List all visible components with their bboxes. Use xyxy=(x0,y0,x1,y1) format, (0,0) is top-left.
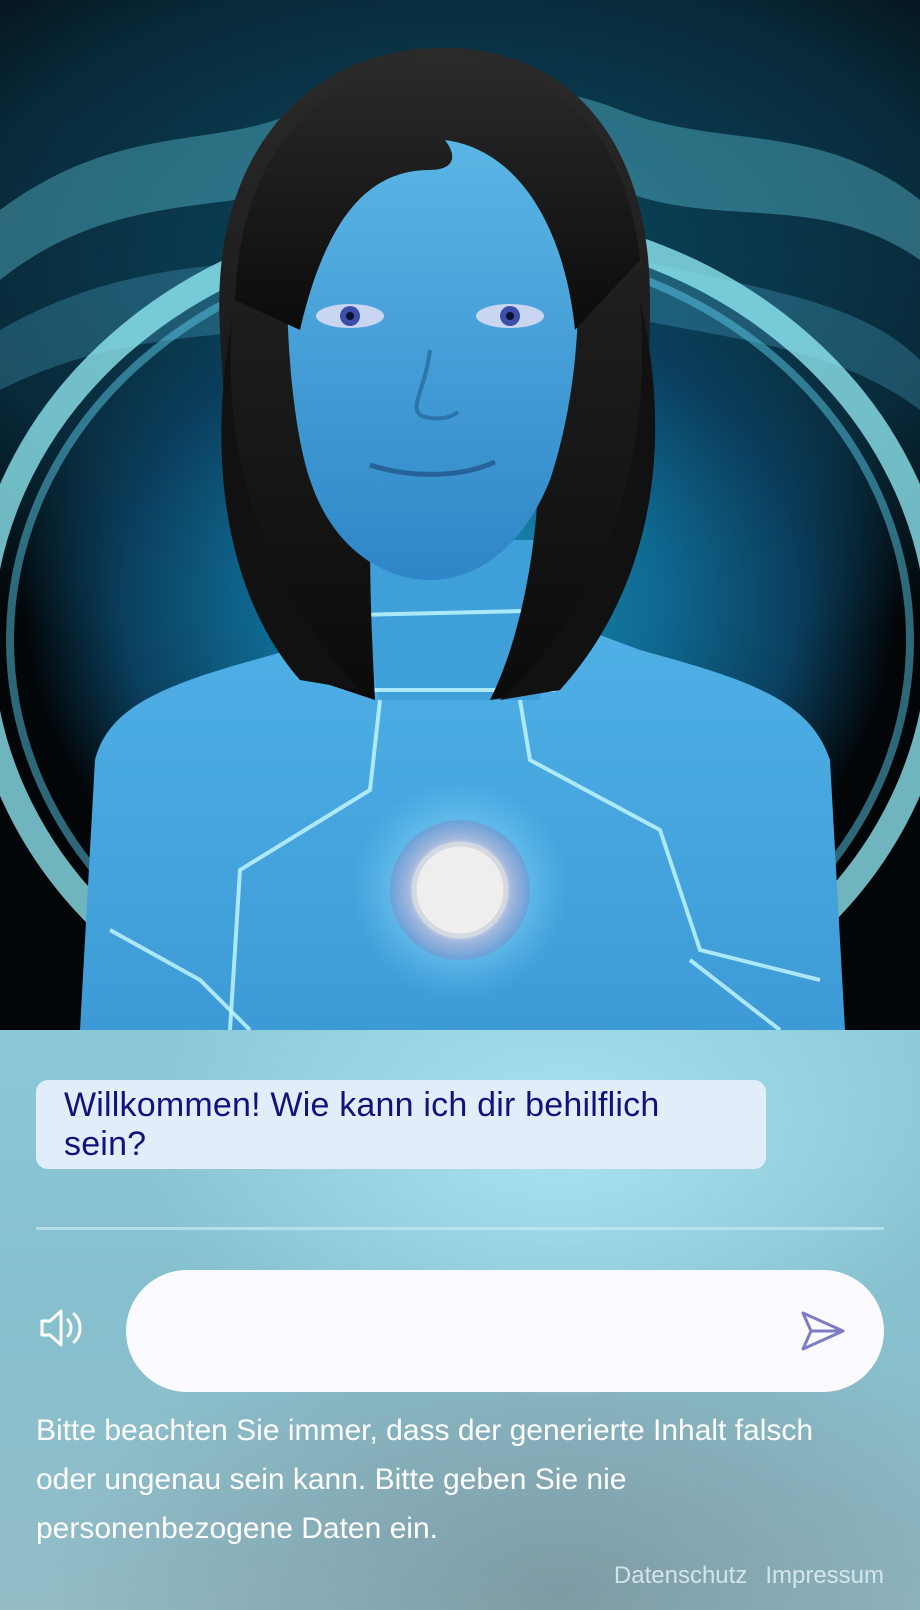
message-input[interactable] xyxy=(166,1270,770,1394)
send-button[interactable] xyxy=(800,1310,846,1352)
app-root: Willkommen! Wie kann ich dir behilflich … xyxy=(0,0,920,1610)
avatar-figure xyxy=(0,47,920,1030)
disclaimer-text: Bitte beachten Sie immer, dass der gener… xyxy=(36,1414,814,1545)
footer-links: Datenschutz Impressum xyxy=(614,1562,884,1590)
assistant-message-bubble: Willkommen! Wie kann ich dir behilflich … xyxy=(36,1080,766,1169)
chat-panel: Willkommen! Wie kann ich dir behilflich … xyxy=(0,1030,920,1610)
message-input-container xyxy=(126,1270,884,1394)
send-icon xyxy=(801,1311,845,1351)
divider xyxy=(36,1227,884,1230)
avatar-scene xyxy=(0,0,920,1030)
speaker-icon xyxy=(40,1309,82,1347)
speaker-toggle-button[interactable] xyxy=(38,1306,88,1350)
assistant-message-text: Willkommen! Wie kann ich dir behilflich … xyxy=(64,1085,660,1163)
imprint-link[interactable]: Impressum xyxy=(765,1562,884,1590)
privacy-link[interactable]: Datenschutz xyxy=(614,1562,747,1590)
